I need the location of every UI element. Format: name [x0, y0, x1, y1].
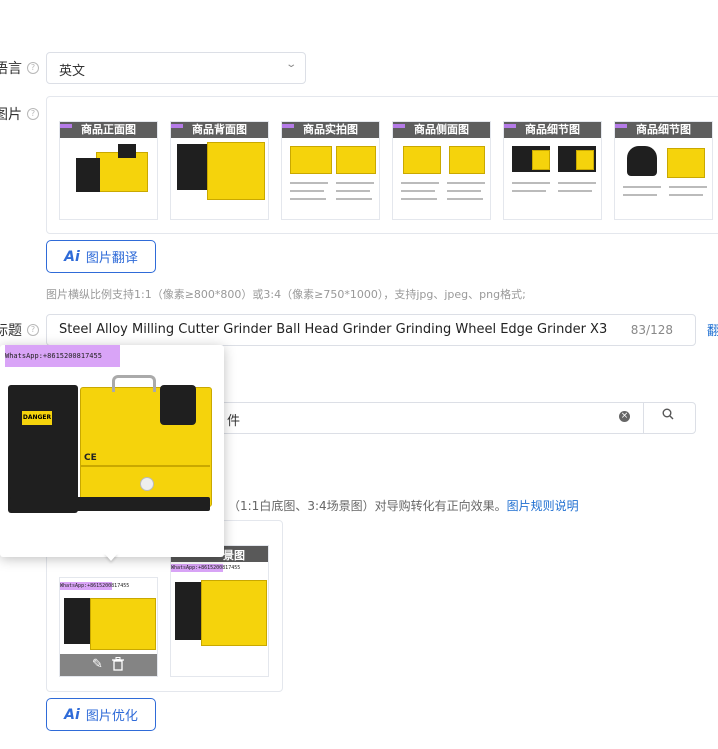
thumb-caption: 商品背面图	[171, 122, 268, 138]
machine-motor	[8, 385, 78, 513]
title-translate-link[interactable]: 翻	[707, 320, 718, 339]
drawer-knob	[140, 477, 154, 491]
title-input[interactable]: Steel Alloy Milling Cutter Grinder Ball …	[46, 314, 696, 346]
ai-icon: Ai	[64, 706, 80, 723]
thumb-side[interactable]: 商品侧面图	[392, 121, 491, 220]
image-optimize-label: 图片优化	[85, 709, 138, 724]
language-label: 语言	[0, 61, 22, 77]
thumb-caption: 商品侧面图	[393, 122, 490, 138]
machine-handle	[112, 375, 156, 392]
images-label: 图片	[0, 107, 22, 123]
thumb-caption: 商品正面图	[60, 122, 157, 138]
image-actions-bar: ✎	[60, 654, 157, 676]
thumb-caption: 商品细节图	[504, 122, 601, 138]
thumb-detail-2[interactable]: 商品细节图	[614, 121, 713, 220]
title-label: 标题	[0, 323, 22, 339]
popup-arrow	[104, 553, 118, 561]
language-help-icon[interactable]: ?	[27, 62, 39, 74]
main-image-hint: （1:1白底图、3:4场景图）对导购转化有正向效果。图片规则说明	[228, 497, 579, 514]
chevron-down-icon: ⌄	[284, 59, 297, 70]
main-image-1[interactable]: WhatsApp:+8615200817455 ✎	[59, 577, 158, 677]
ai-icon: Ai	[64, 248, 80, 265]
drawer-line	[80, 465, 210, 467]
ce-mark: CE	[84, 453, 97, 463]
image-translate-label: 图片翻译	[85, 251, 138, 266]
thumb-caption: 商品细节图	[615, 122, 712, 138]
machine-head	[160, 385, 196, 425]
machine-base	[10, 497, 210, 511]
delete-icon[interactable]	[112, 657, 124, 675]
main-image-hint-text: （1:1白底图、3:4场景图）对导购转化有正向效果。	[228, 499, 507, 513]
image-preview-popup: WhatsApp:+8615200817455 DANGER CE	[0, 345, 224, 557]
images-help-icon[interactable]: ?	[27, 108, 39, 120]
category-search-text: 件	[227, 414, 241, 429]
image-ratio-hint: 图片横纵比例支持1:1（像素≥800*800）或3:4（像素≥750*1000）…	[46, 288, 526, 301]
language-select-value: 英文	[59, 64, 86, 79]
title-input-value: Steel Alloy Milling Cutter Grinder Ball …	[59, 322, 608, 337]
search-icon[interactable]	[662, 408, 674, 425]
title-help-icon[interactable]: ?	[27, 324, 39, 336]
watermark-label: WhatsApp:+8615200817455	[171, 564, 241, 572]
language-select[interactable]: 英文 ⌄	[46, 52, 306, 84]
image-rules-link[interactable]: 图片规则说明	[507, 499, 579, 513]
thumb-back[interactable]: 商品背面图	[170, 121, 269, 220]
search-divider	[643, 403, 644, 433]
image-optimize-button[interactable]: Ai 图片优化	[46, 698, 156, 731]
image-translate-button[interactable]: Ai 图片翻译	[46, 240, 156, 273]
thumb-caption: 商品实拍图	[282, 122, 379, 138]
danger-sticker: DANGER	[22, 411, 52, 425]
thumb-detail-1[interactable]: 商品细节图	[503, 121, 602, 220]
watermark-label: WhatsApp:+8615200817455	[5, 345, 120, 367]
watermark-label: WhatsApp:+8615200817455	[60, 582, 130, 590]
thumb-real[interactable]: 商品实拍图	[281, 121, 380, 220]
main-image-2[interactable]: 景图 WhatsApp:+8615200817455	[170, 545, 269, 677]
scene-caption: 景图	[223, 549, 245, 562]
title-char-count: 83/128	[630, 323, 673, 337]
thumb-front[interactable]: 商品正面图	[59, 121, 158, 220]
edit-icon[interactable]: ✎	[92, 657, 103, 672]
clear-icon[interactable]: ×	[619, 411, 630, 422]
